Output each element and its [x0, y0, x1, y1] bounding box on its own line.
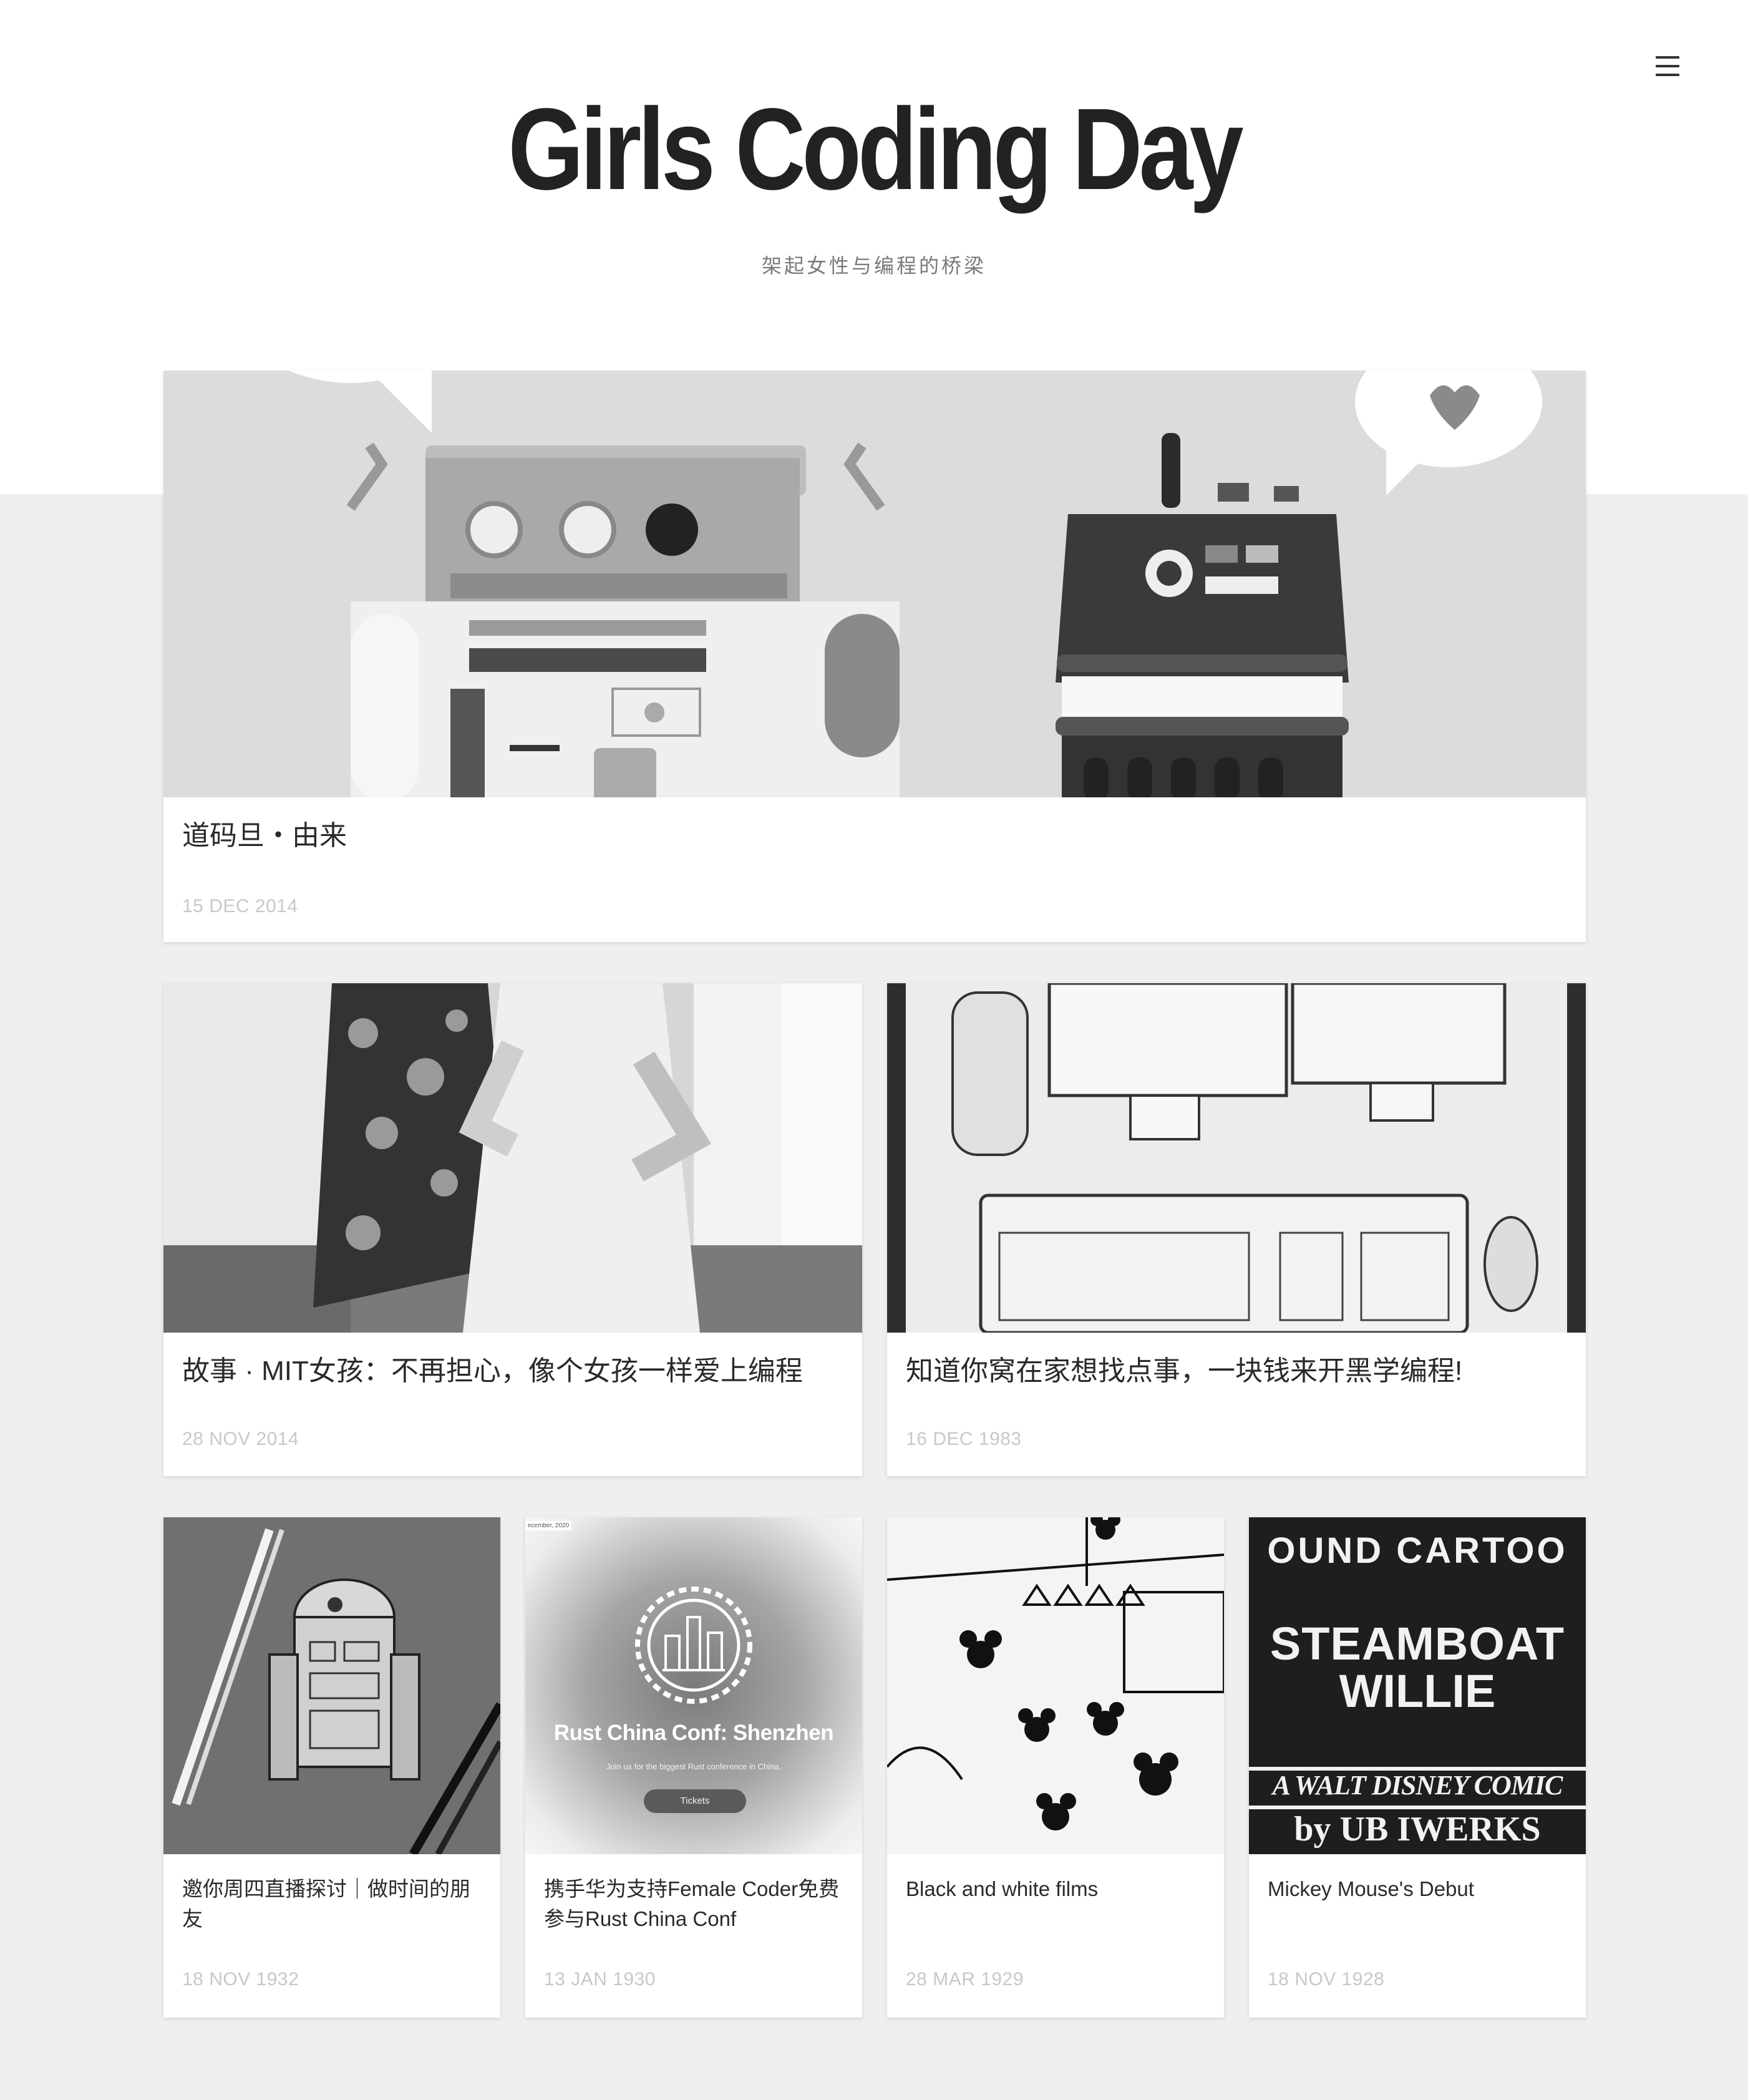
post-title[interactable]: 知道你窝在家想找点事，一块钱来开黑学编程! [906, 1353, 1567, 1390]
computer-drawing-image[interactable] [887, 983, 1586, 1333]
robots-illustration-image[interactable] [163, 371, 1586, 797]
r2d2-sketch-image[interactable] [163, 1517, 500, 1854]
post-card-3[interactable]: 知道你窝在家想找点事，一块钱来开黑学编程! 16 DEC 1983 [887, 983, 1586, 1476]
two-girls-photo-image[interactable] [163, 983, 862, 1333]
poster-line-4: A WALT DISNEY COMIC [1272, 1770, 1563, 1801]
rust-china-conf-banner-image[interactable]: ecember, 2020 Rust China Conf: Shenzhen … [525, 1517, 862, 1854]
banner-tagline: Join us for the biggest Rust conference … [606, 1762, 782, 1771]
menu-button[interactable] [1647, 50, 1687, 82]
poster-line-1: OUND CARTOO [1267, 1530, 1568, 1571]
poster-line-2: STEAMBOAT [1270, 1618, 1565, 1670]
post-title[interactable]: 道码旦・由来 [182, 817, 1567, 855]
poster-line-3: WILLIE [1339, 1665, 1496, 1717]
post-date: 28 NOV 2014 [182, 1429, 299, 1449]
post-title[interactable]: Black and white films [906, 1874, 1205, 1904]
post-title[interactable]: 邀你周四直播探讨｜做时间的朋友 [182, 1874, 482, 1934]
banner-corner-text: ecember, 2020 [525, 1521, 572, 1530]
steamboat-willie-title-card-image[interactable]: OUND CARTOO STEAMBOAT WILLIE A WALT DISN… [1249, 1517, 1586, 1854]
post-title[interactable]: Mickey Mouse's Debut [1268, 1874, 1567, 1904]
tickets-button[interactable]: Tickets [644, 1789, 746, 1813]
post-date: 13 JAN 1930 [544, 1969, 656, 1990]
site-title[interactable]: Girls Coding Day [140, 87, 1608, 212]
post-date: 18 NOV 1932 [182, 1969, 299, 1990]
poster-line-5: by UB IWERKS [1294, 1810, 1541, 1849]
site-subtitle: 架起女性与编程的桥梁 [761, 255, 986, 277]
post-title[interactable]: 携手华为支持Female Coder免费参与Rust China Conf [544, 1874, 843, 1934]
post-title[interactable]: 故事 · MIT女孩：不再担心，像个女孩一样爱上编程 [182, 1353, 843, 1390]
post-date: 18 NOV 1928 [1268, 1969, 1385, 1990]
post-card-1[interactable]: 道码旦・由来 15 DEC 2014 [163, 371, 1586, 942]
post-date: 28 MAR 1929 [906, 1969, 1024, 1990]
post-card-4[interactable]: 邀你周四直播探讨｜做时间的朋友 18 NOV 1932 [163, 1517, 500, 2018]
mickey-cartoon-still-image[interactable] [887, 1517, 1224, 1854]
banner-heading: Rust China Conf: Shenzhen [553, 1721, 834, 1745]
post-card-6[interactable]: Black and white films 28 MAR 1929 [887, 1517, 1224, 2018]
rust-gear-logo-icon [635, 1587, 752, 1704]
post-card-2[interactable]: 故事 · MIT女孩：不再担心，像个女孩一样爱上编程 28 NOV 2014 [163, 983, 862, 1476]
post-date: 16 DEC 1983 [906, 1429, 1022, 1449]
post-card-5[interactable]: ecember, 2020 Rust China Conf: Shenzhen … [525, 1517, 862, 2018]
post-date: 15 DEC 2014 [182, 896, 298, 916]
post-card-7[interactable]: OUND CARTOO STEAMBOAT WILLIE A WALT DISN… [1249, 1517, 1586, 2018]
